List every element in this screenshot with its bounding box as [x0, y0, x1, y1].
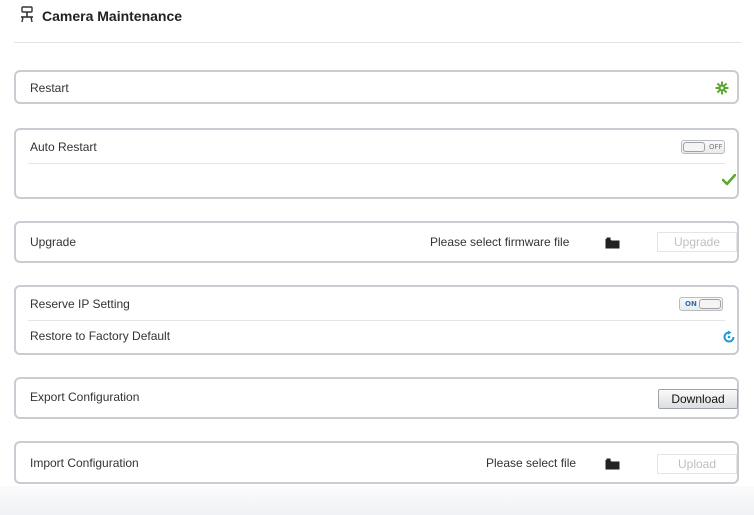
camera-icon — [21, 6, 33, 23]
config-file-prompt: Please select file — [486, 456, 577, 470]
restore-icon[interactable] — [722, 330, 736, 344]
folder-icon[interactable] — [605, 458, 620, 470]
page-header: Camera Maintenance — [0, 0, 754, 44]
auto-restart-panel: Auto Restart OFF — [14, 128, 739, 199]
firmware-file-prompt: Please select firmware file — [430, 235, 570, 249]
auto-restart-toggle[interactable]: OFF — [681, 140, 725, 154]
folder-icon[interactable] — [605, 237, 620, 249]
camera-maintenance-page: { "header": { "icon": "camera-icon", "ti… — [0, 0, 754, 515]
import-config-label: Import Configuration — [30, 456, 139, 470]
toggle-state-text: ON — [685, 300, 697, 308]
toggle-knob — [699, 299, 721, 309]
page-title: Camera Maintenance — [42, 8, 183, 24]
download-button[interactable]: Download — [658, 389, 738, 409]
toggle-knob — [683, 142, 705, 152]
toggle-state-text: OFF — [709, 143, 723, 151]
upgrade-button[interactable]: Upgrade — [657, 232, 737, 252]
upgrade-label: Upgrade — [30, 235, 77, 249]
restart-panel: Restart — [14, 70, 739, 104]
row-divider — [28, 163, 725, 164]
factory-default-label: Restore to Factory Default — [30, 329, 171, 343]
upload-button[interactable]: Upload — [657, 454, 737, 474]
network-reset-panel: Reserve IP Setting ON Restore to Factory… — [14, 285, 739, 355]
restart-gear-icon[interactable] — [715, 81, 729, 95]
reserve-ip-toggle[interactable]: ON — [679, 297, 723, 311]
export-config-panel: Export Configuration Download — [14, 377, 739, 419]
checkmark-icon[interactable] — [722, 174, 736, 186]
export-config-label: Export Configuration — [30, 390, 140, 404]
row-divider — [28, 320, 725, 321]
restart-label: Restart — [30, 81, 69, 95]
upgrade-panel: Upgrade Please select firmware file Upgr… — [14, 221, 739, 263]
header-divider — [14, 42, 741, 43]
reserve-ip-label: Reserve IP Setting — [30, 297, 130, 311]
import-config-panel: Import Configuration Please select file … — [14, 441, 739, 484]
auto-restart-label: Auto Restart — [30, 140, 97, 154]
page-footer-fade — [0, 486, 754, 515]
